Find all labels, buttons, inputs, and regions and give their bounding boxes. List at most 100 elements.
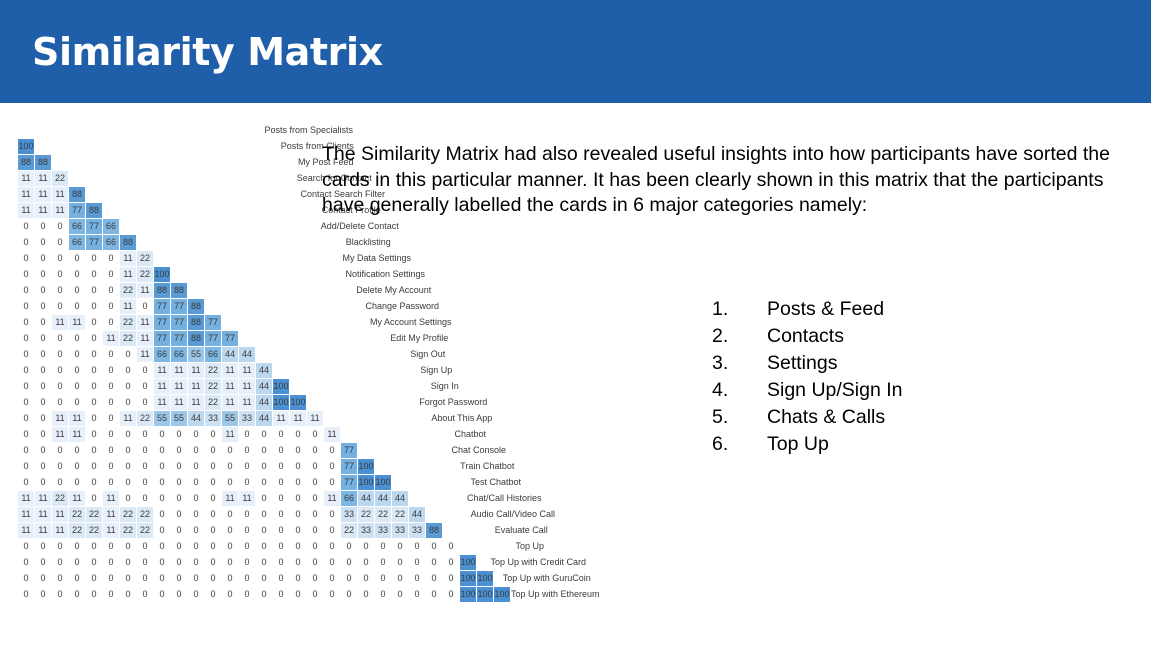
matrix-row: 0 0 0 66 77 66 88 Blacklisting	[18, 235, 600, 250]
matrix-cell: 0	[222, 475, 238, 490]
matrix-cell: 100	[460, 587, 476, 602]
matrix-cell: 88	[35, 155, 51, 170]
matrix-cell: 100	[273, 379, 289, 394]
matrix-cell: 0	[171, 555, 187, 570]
matrix-cell: 0	[103, 363, 119, 378]
matrix-cell: 11	[18, 203, 34, 218]
matrix-cell: 22	[137, 251, 153, 266]
page-title: Similarity Matrix	[32, 30, 383, 74]
matrix-cell: 0	[103, 267, 119, 282]
matrix-cell: 0	[256, 523, 272, 538]
matrix-cell: 11	[188, 379, 204, 394]
matrix-cell: 0	[256, 571, 272, 586]
matrix-cell: 11	[222, 427, 238, 442]
matrix-cell: 0	[120, 395, 136, 410]
matrix-cell: 0	[35, 475, 51, 490]
matrix-cell: 77	[154, 299, 170, 314]
matrix-row: 0 0 11 11 0 0 0 0 0 0 0 0 11 0 0 0 0 0 11 Chatbot	[18, 427, 600, 442]
matrix-cell: 11	[35, 507, 51, 522]
matrix-cell: 0	[154, 459, 170, 474]
matrix-cell: 0	[69, 331, 85, 346]
matrix-cell: 88	[188, 331, 204, 346]
matrix-cell: 0	[205, 539, 221, 554]
matrix-cell: 0	[324, 555, 340, 570]
matrix-cell: 0	[86, 283, 102, 298]
matrix-cell: 0	[18, 555, 34, 570]
matrix-cell: 44	[256, 395, 272, 410]
matrix-cell: 0	[69, 283, 85, 298]
matrix-cell: 0	[307, 555, 323, 570]
matrix-cell: 0	[239, 571, 255, 586]
matrix-cell: 0	[358, 539, 374, 554]
matrix-row: 11 11 11 22 22 11 22 22 0 0 0 0 0 0 0 0 0 0 0 22 33 33 33 33 88 E…	[18, 523, 600, 538]
matrix-cell: 0	[205, 427, 221, 442]
matrix-cell: 11	[222, 491, 238, 506]
matrix-cell: 0	[188, 443, 204, 458]
matrix-cell: 0	[35, 427, 51, 442]
matrix-cell: 11	[324, 491, 340, 506]
matrix-cell: 11	[188, 395, 204, 410]
matrix-cell: 22	[69, 523, 85, 538]
matrix-cell: 11	[18, 187, 34, 202]
matrix-cell: 0	[222, 459, 238, 474]
matrix-cell: 0	[188, 475, 204, 490]
matrix-cell: 0	[409, 587, 425, 602]
matrix-cell: 11	[18, 171, 34, 186]
matrix-cell: 44	[239, 347, 255, 362]
matrix-row-label: Chatbot	[454, 429, 487, 439]
matrix-cell: 0	[239, 555, 255, 570]
matrix-cell: 22	[375, 507, 391, 522]
matrix-cell: 0	[103, 395, 119, 410]
matrix-cell: 0	[358, 571, 374, 586]
matrix-cell: 33	[205, 411, 221, 426]
matrix-cell: 0	[52, 571, 68, 586]
matrix-cell: 0	[52, 363, 68, 378]
matrix-cell: 0	[171, 587, 187, 602]
matrix-cell: 88	[188, 299, 204, 314]
matrix-cell: 11	[52, 523, 68, 538]
matrix-cell: 22	[120, 283, 136, 298]
matrix-cell: 0	[120, 491, 136, 506]
matrix-cell: 0	[120, 475, 136, 490]
matrix-cell: 0	[120, 587, 136, 602]
matrix-cell: 0	[222, 539, 238, 554]
category-list-item: 1. Posts & Feed	[712, 296, 903, 323]
matrix-row: 0 0 0 0 0 0 11 0 77 77 88 Change Password	[18, 299, 600, 314]
matrix-cell: 0	[137, 459, 153, 474]
matrix-cell: 0	[35, 395, 51, 410]
matrix-cell: 0	[443, 587, 459, 602]
matrix-cell: 0	[375, 571, 391, 586]
matrix-cell: 0	[290, 491, 306, 506]
matrix-cell: 0	[239, 587, 255, 602]
matrix-cell: 11	[171, 379, 187, 394]
matrix-cell: 0	[120, 539, 136, 554]
matrix-row: 0 0 0 0 0 0 0 0 0 0 0 0 0 0 0 0 0 0 0 0 0 0 0 0 0 0 Top Up	[18, 539, 600, 554]
matrix-cell: 0	[273, 491, 289, 506]
matrix-cell: 11	[35, 187, 51, 202]
matrix-cell: 22	[205, 379, 221, 394]
matrix-cell: 88	[188, 315, 204, 330]
matrix-cell: 0	[69, 267, 85, 282]
matrix-row-label: Sign Up	[420, 365, 453, 375]
matrix-cell: 0	[18, 363, 34, 378]
matrix-cell: 0	[18, 379, 34, 394]
matrix-cell: 44	[409, 507, 425, 522]
matrix-row: 0 0 0 0 0 0 0 0 0 0 0 0 0 0 0 0 0 0 0 77 100 Train Chatbot	[18, 459, 600, 474]
matrix-cell: 0	[18, 443, 34, 458]
matrix-row-label: Add/Delete Contact	[320, 221, 399, 231]
matrix-cell: 0	[35, 331, 51, 346]
matrix-cell: 0	[341, 571, 357, 586]
matrix-cell: 0	[290, 443, 306, 458]
matrix-cell: 0	[18, 235, 34, 250]
matrix-cell: 0	[256, 555, 272, 570]
matrix-cell: 44	[256, 379, 272, 394]
matrix-cell: 0	[443, 539, 459, 554]
matrix-cell: 0	[18, 331, 34, 346]
matrix-cell: 0	[307, 427, 323, 442]
matrix-cell: 0	[52, 219, 68, 234]
matrix-cell: 0	[35, 459, 51, 474]
matrix-cell: 0	[273, 587, 289, 602]
matrix-row: 11 11 11 22 22 11 22 22 0 0 0 0 0 0 0 0 0 0 0 33 22 22 22 44 Aud…	[18, 507, 600, 522]
category-list-item: 5. Chats & Calls	[712, 404, 903, 431]
matrix-cell: 100	[460, 555, 476, 570]
